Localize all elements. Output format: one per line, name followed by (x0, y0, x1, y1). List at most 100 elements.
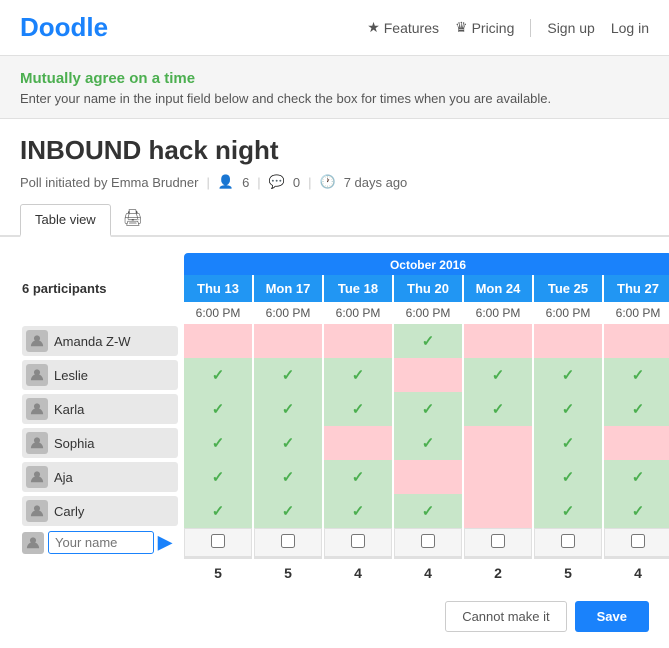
availability-checkbox[interactable] (211, 534, 225, 548)
check-mark: ✓ (282, 469, 295, 486)
availability-checkbox[interactable] (491, 534, 505, 548)
check-mark: ✓ (632, 503, 645, 520)
time-thu20: 6:00 PM (394, 302, 462, 324)
avatar-icon (22, 532, 44, 554)
arrow-right-icon: ▶ (158, 532, 172, 553)
schedule-cell (324, 426, 392, 460)
time-thu13: 6:00 PM (184, 302, 252, 324)
avatar-icon (26, 500, 48, 522)
schedule-cell (464, 324, 532, 358)
schedule-cell: ✓ (184, 426, 252, 460)
check-mark: ✓ (422, 435, 435, 452)
signup-nav-item[interactable]: Sign up (547, 20, 594, 36)
month-header: October 2016 (184, 253, 669, 275)
check-mark: ✓ (212, 469, 225, 486)
meta-sep-2: | (257, 175, 260, 190)
day-header-mon24: Mon 24 (464, 275, 532, 302)
participant-name-cell: Karla (22, 392, 182, 426)
tabs-bar: Table view 🖨 (0, 204, 669, 237)
hero-subtitle: Enter your name in the input field below… (20, 91, 649, 106)
schedule-cell: ✓ (464, 358, 532, 392)
logo[interactable]: Doodle (20, 12, 108, 43)
your-name-input[interactable] (48, 531, 154, 554)
participant-row: Leslie ✓✓✓✓✓✓ (22, 358, 669, 392)
star-icon: ★ (367, 19, 380, 36)
save-button[interactable]: Save (575, 601, 649, 632)
check-mark: ✓ (282, 503, 295, 520)
check-mark: ✓ (562, 401, 575, 418)
check-mark: ✓ (492, 367, 505, 384)
count-cell: 2 (464, 557, 532, 587)
poll-meta: Poll initiated by Emma Brudner | 👤 6 | 💬… (20, 174, 649, 190)
count-cell: 4 (324, 557, 392, 587)
checkbox-cell (464, 528, 532, 557)
check-mark: ✓ (562, 503, 575, 520)
schedule-cell: ✓ (184, 494, 252, 528)
schedule-cell: ✓ (324, 358, 392, 392)
schedule-cell: ✓ (254, 460, 322, 494)
participant-name-cell: Amanda Z-W (22, 324, 182, 358)
tab-table-view[interactable]: Table view (20, 204, 111, 237)
schedule-cell: ✓ (534, 426, 602, 460)
participants-label: 6 participants (22, 275, 182, 302)
print-icon[interactable]: 🖨 (123, 208, 143, 232)
schedule-cell: ✓ (324, 392, 392, 426)
check-mark: ✓ (632, 401, 645, 418)
nav: ★ Features ♛ Pricing Sign up Log in (367, 19, 649, 37)
check-mark: ✓ (352, 503, 365, 520)
schedule-cell: ✓ (534, 494, 602, 528)
login-nav-item[interactable]: Log in (611, 20, 649, 36)
participant-row: Aja ✓✓✓✓✓ (22, 460, 669, 494)
meta-sep-3: | (308, 175, 311, 190)
schedule-cell: ✓ (534, 392, 602, 426)
features-nav-item[interactable]: ★ Features (367, 19, 439, 36)
comments-icon: 💬 (269, 174, 285, 190)
checkbox-cell (324, 528, 392, 557)
schedule-cell: ✓ (184, 460, 252, 494)
comments-count: 0 (293, 175, 300, 190)
participant-name-cell: Sophia (22, 426, 182, 460)
main-content: October 2016 6 participants Thu 13 Mon 1… (0, 237, 669, 587)
meta-sep-1: | (206, 175, 209, 190)
poll-initiator: Poll initiated by Emma Brudner (20, 175, 198, 190)
day-header-mon17: Mon 17 (254, 275, 322, 302)
availability-checkbox[interactable] (631, 534, 645, 548)
check-mark: ✓ (562, 367, 575, 384)
schedule-cell: ✓ (394, 426, 462, 460)
check-mark: ✓ (282, 367, 295, 384)
availability-checkbox[interactable] (281, 534, 295, 548)
participant-name: Leslie (54, 368, 88, 383)
check-mark: ✓ (352, 469, 365, 486)
time-empty (22, 302, 182, 324)
participant-row: Amanda Z-W ✓ (22, 324, 669, 358)
schedule-cell: ✓ (254, 358, 322, 392)
schedule-cell: ✓ (324, 460, 392, 494)
header: Doodle ★ Features ♛ Pricing Sign up Log … (0, 0, 669, 56)
count-cell: 4 (394, 557, 462, 587)
avatar-icon (26, 398, 48, 420)
availability-checkbox[interactable] (351, 534, 365, 548)
availability-checkbox[interactable] (561, 534, 575, 548)
check-mark: ✓ (352, 401, 365, 418)
schedule-cell: ✓ (254, 494, 322, 528)
schedule-cell (254, 324, 322, 358)
day-header-row: 6 participants Thu 13 Mon 17 Tue 18 Thu … (22, 275, 669, 302)
time-thu27: 6:00 PM (604, 302, 669, 324)
clock-icon: 🕐 (320, 174, 336, 190)
schedule-cell (604, 324, 669, 358)
schedule-cell: ✓ (604, 392, 669, 426)
check-mark: ✓ (282, 401, 295, 418)
checkbox-cell (394, 528, 462, 557)
checkbox-cell (604, 528, 669, 557)
check-mark: ✓ (212, 503, 225, 520)
schedule-cell (464, 494, 532, 528)
avatar-icon (26, 364, 48, 386)
schedule-cell: ✓ (534, 358, 602, 392)
time-mon24: 6:00 PM (464, 302, 532, 324)
count-label-empty (22, 557, 182, 587)
cannot-make-it-button[interactable]: Cannot make it (445, 601, 566, 632)
schedule-cell: ✓ (604, 494, 669, 528)
availability-checkbox[interactable] (421, 534, 435, 548)
schedule-cell: ✓ (534, 460, 602, 494)
pricing-nav-item[interactable]: ♛ Pricing (455, 19, 514, 36)
